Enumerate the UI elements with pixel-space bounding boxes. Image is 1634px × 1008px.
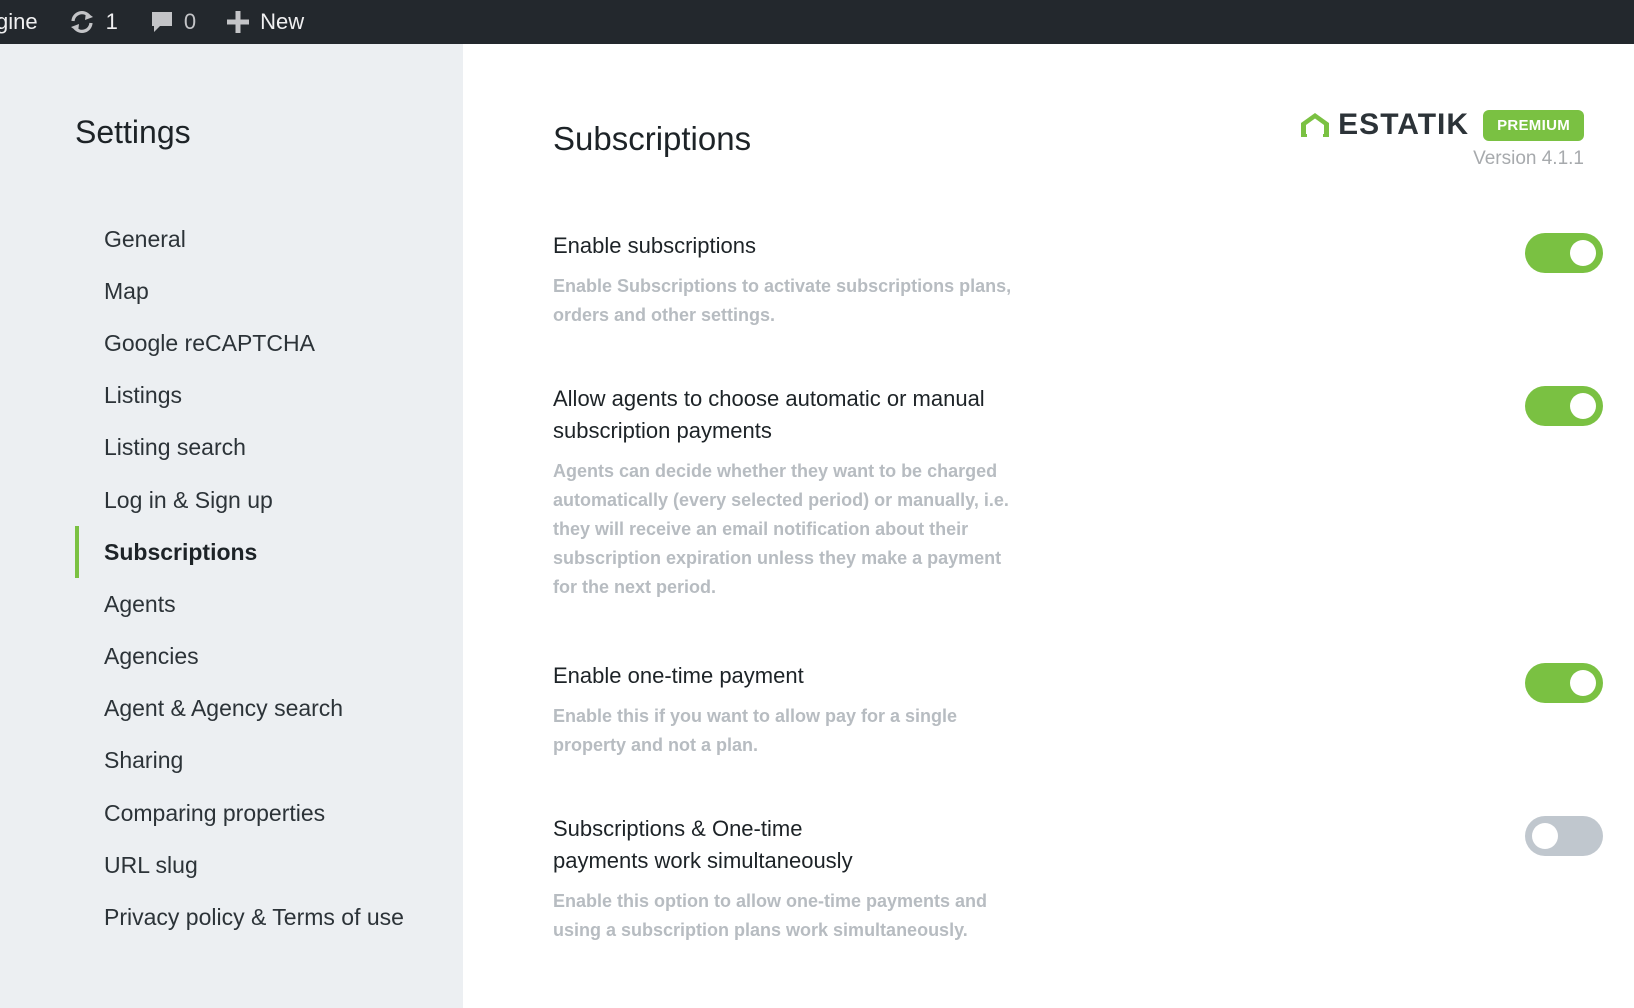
setting-agent-payment-choice: Allow agents to choose automatic or manu… (553, 383, 1153, 602)
admin-bar: gine 1 0 New (0, 0, 1634, 44)
premium-badge: PREMIUM (1483, 109, 1584, 141)
brand-name: ESTATIK (1338, 108, 1470, 141)
one-time-payment-toggle[interactable] (1525, 663, 1603, 703)
toggle-knob (1570, 393, 1596, 419)
setting-description: Agents can decide whether they want to b… (553, 461, 1009, 597)
setting-title: Allow agents to choose automatic or manu… (553, 386, 985, 443)
new-label: New (260, 9, 305, 34)
sidebar-item-map[interactable]: Map (75, 265, 404, 317)
setting-description: Enable Subscriptions to activate subscri… (553, 276, 1012, 325)
sidebar-item-sharing[interactable]: Sharing (75, 735, 404, 787)
sidebar-item-google-recaptcha[interactable]: Google reCAPTCHA (75, 317, 404, 369)
site-name-link[interactable]: gine (0, 0, 38, 44)
updates-count: 1 (105, 9, 118, 34)
sidebar-item-listing-search[interactable]: Listing search (75, 422, 404, 474)
toggle-knob (1532, 823, 1558, 849)
setting-enable-subscriptions: Enable subscriptions Enable Subscription… (553, 230, 1153, 330)
sidebar-item-url-slug[interactable]: URL slug (75, 839, 404, 891)
comment-bubble-icon (150, 10, 174, 34)
updates-link[interactable]: 1 (68, 0, 118, 44)
simultaneous-payments-toggle[interactable] (1525, 816, 1603, 856)
setting-title: Subscriptions & One-time payments work s… (553, 816, 853, 873)
settings-nav: General Map Google reCAPTCHA Listings Li… (75, 213, 404, 944)
comments-link[interactable]: 0 (150, 0, 196, 44)
page-title: Subscriptions (553, 120, 752, 157)
new-content-link[interactable]: New (226, 0, 304, 44)
setting-simultaneous-payments: Subscriptions & One-time payments work s… (553, 813, 1153, 945)
setting-description: Enable this option to allow one-time pay… (553, 891, 988, 940)
sidebar-item-listings[interactable]: Listings (75, 370, 404, 422)
sidebar-item-agencies[interactable]: Agencies (75, 631, 404, 683)
agent-payment-choice-toggle[interactable] (1525, 386, 1603, 426)
house-outline-icon (1298, 111, 1332, 139)
sidebar-item-subscriptions[interactable]: Subscriptions (75, 526, 404, 579)
sidebar-item-general[interactable]: General (75, 213, 404, 265)
sidebar-item-login-signup[interactable]: Log in & Sign up (75, 474, 404, 526)
enable-subscriptions-toggle[interactable] (1525, 233, 1603, 273)
site-name-label: gine (0, 9, 38, 34)
setting-description: Enable this if you want to allow pay for… (553, 706, 958, 755)
version-label: Version 4.1.1 (1473, 148, 1584, 169)
refresh-icon (68, 10, 96, 34)
settings-sidebar: Settings General Map Google reCAPTCHA Li… (0, 44, 463, 1008)
sidebar-item-privacy-terms[interactable]: Privacy policy & Terms of use (75, 891, 404, 943)
settings-main: Subscriptions ESTATIK PREMIUM Version 4.… (463, 44, 1634, 1008)
sidebar-title: Settings (75, 114, 191, 150)
setting-title: Enable one-time payment (553, 663, 804, 688)
comments-count: 0 (183, 9, 197, 34)
setting-one-time-payment: Enable one-time payment Enable this if y… (553, 660, 1153, 760)
setting-title: Enable subscriptions (553, 233, 757, 258)
toggle-knob (1570, 240, 1596, 266)
plus-icon (226, 10, 250, 34)
toggle-knob (1570, 670, 1596, 696)
sidebar-item-agent-agency-search[interactable]: Agent & Agency search (75, 683, 404, 735)
brand-header: ESTATIK PREMIUM (1298, 108, 1584, 142)
sidebar-item-comparing-properties[interactable]: Comparing properties (75, 787, 404, 839)
sidebar-item-agents[interactable]: Agents (75, 578, 404, 630)
